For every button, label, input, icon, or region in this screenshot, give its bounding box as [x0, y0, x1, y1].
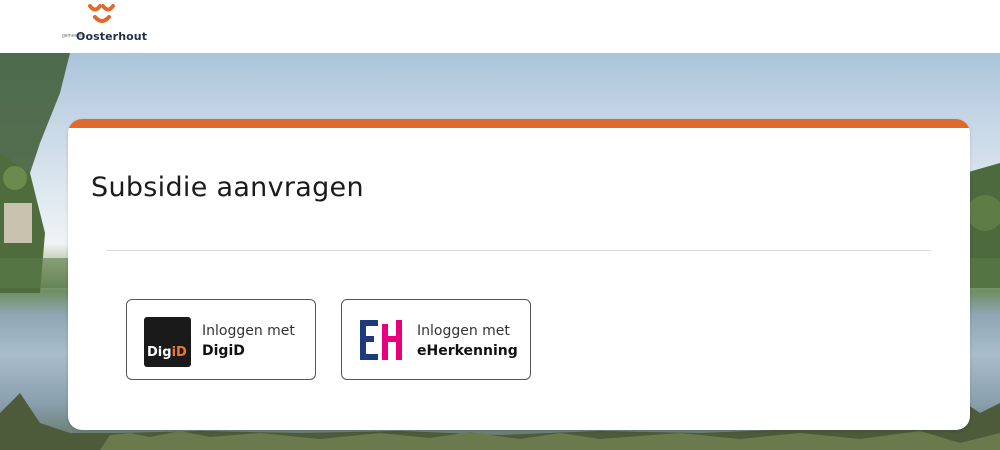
page-title: Subsidie aanvragen — [91, 172, 364, 203]
eherkenning-label-line2: eHerkenning — [417, 343, 518, 359]
eherkenning-label-line1: Inloggen met — [417, 323, 510, 339]
login-eherkenning-button[interactable]: Inloggen met eHerkenning — [341, 299, 531, 380]
divider — [106, 250, 931, 251]
login-digid-button[interactable]: DigiD Inloggen met DigiD — [126, 299, 316, 380]
digid-label-line1: Inloggen met — [202, 323, 295, 339]
logo-name: Oosterhout — [76, 30, 148, 43]
oosterhout-logo[interactable]: gemeente Oosterhout — [62, 0, 182, 50]
eherkenning-logo-icon — [360, 320, 402, 360]
digid-logo-text: DigiD — [147, 345, 187, 360]
digid-label-line2: DigiD — [202, 343, 245, 359]
digid-logo-icon: DigiD — [144, 317, 191, 367]
page-header: gemeente Oosterhout — [0, 0, 1000, 53]
subsidy-card: Subsidie aanvragen DigiD Inloggen met Di… — [68, 119, 970, 430]
oosterhout-logo-icon — [88, 4, 115, 23]
card-accent-bar — [68, 119, 970, 128]
